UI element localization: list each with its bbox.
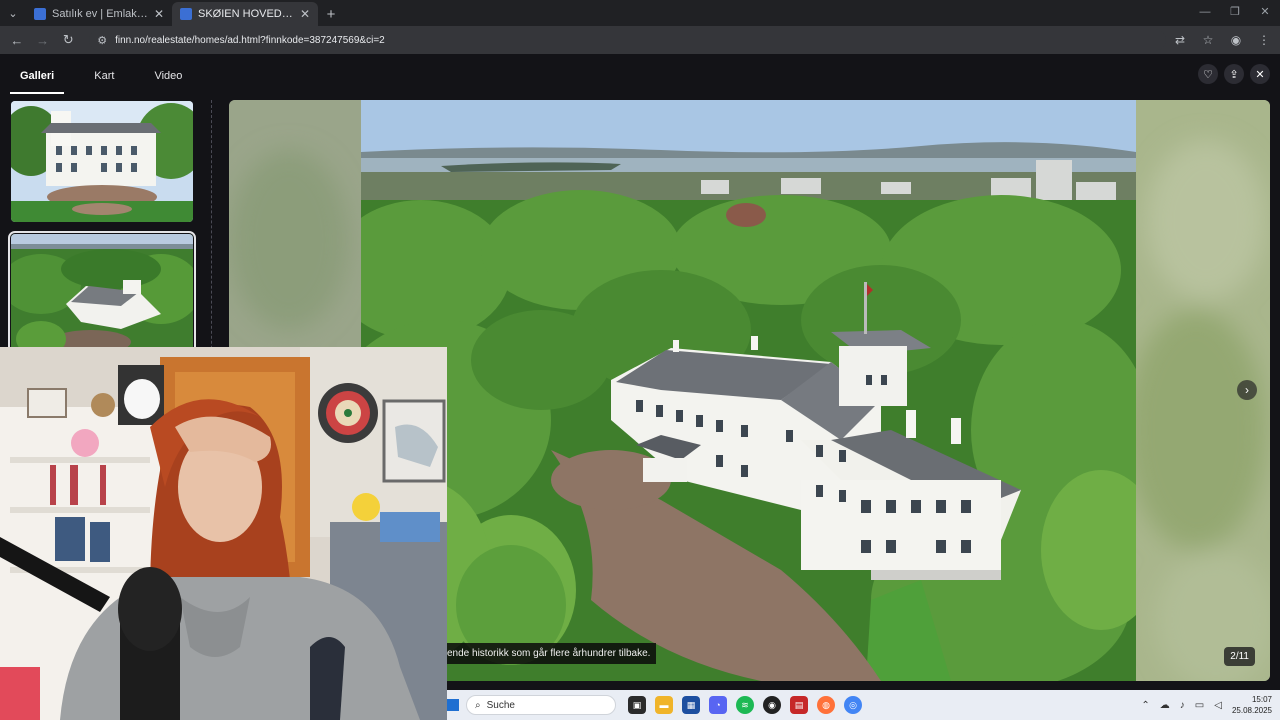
- site-info-icon[interactable]: ⚙: [97, 34, 107, 47]
- reload-icon[interactable]: ↻: [57, 29, 79, 51]
- browser-tab-1[interactable]: Satılık ev | Emlak Bul ✕: [26, 2, 172, 26]
- clock-time: 15:07: [1251, 695, 1272, 704]
- volume-icon[interactable]: ◁: [1214, 700, 1222, 711]
- webcam-overlay: [0, 347, 447, 720]
- next-photo-button[interactable]: ›: [1237, 380, 1257, 400]
- back-icon[interactable]: ←: [6, 29, 28, 51]
- chrome-icon[interactable]: ◎: [844, 696, 862, 714]
- tab-title: SKØIEN HOVEDGAARD|En unik eiendom med la…: [198, 8, 294, 20]
- tray-chevron-icon[interactable]: ⌃: [1141, 700, 1149, 711]
- main-photo[interactable]: [361, 100, 1136, 681]
- obs-icon[interactable]: ◉: [763, 696, 781, 714]
- browser-toolbar: ← → ↻ ⚙ finn.no/realestate/homes/ad.html…: [0, 26, 1280, 54]
- thumbnail-list: [8, 101, 196, 367]
- minimize-icon[interactable]: —: [1190, 0, 1220, 24]
- close-viewer-icon[interactable]: ✕: [1250, 64, 1270, 84]
- new-tab-button[interactable]: +: [318, 2, 344, 26]
- tab-search-icon[interactable]: ⌄: [0, 0, 26, 26]
- share-icon[interactable]: ⇪: [1224, 64, 1244, 84]
- taskbar-search[interactable]: ⌕ Suche: [466, 695, 616, 715]
- close-tab-icon[interactable]: ✕: [300, 7, 310, 21]
- network-icon[interactable]: ▭: [1195, 700, 1204, 711]
- favorite-heart-icon[interactable]: ♡: [1198, 64, 1218, 84]
- voicemeeter-icon[interactable]: ▤: [790, 696, 808, 714]
- screen: ⌄ Satılık ev | Emlak Bul ✕ SKØIEN HOVEDG…: [0, 0, 1280, 720]
- discord-icon[interactable]: ◔: [709, 696, 727, 714]
- tab-video[interactable]: Video: [144, 68, 192, 94]
- toolbar-actions: ⇄ ☆ ◉ ⋮: [1170, 33, 1274, 47]
- search-icon: ⌕: [475, 699, 481, 711]
- viewer-actions: ♡ ⇪ ✕: [1198, 64, 1270, 84]
- thumbnail-image: [11, 101, 193, 222]
- windows-taskbar: ⌕ Suche ▣ ▬ ▦ ◔ ≋ ◉ ▤ ◍ ◎ ⌃ ☁ ♪ ▭ ◁ 15:0…: [447, 690, 1280, 720]
- file-explorer-icon[interactable]: ▬: [655, 696, 673, 714]
- tab-galleri[interactable]: Galleri: [10, 68, 65, 94]
- search-label: Suche: [486, 699, 515, 711]
- forward-icon[interactable]: →: [32, 29, 54, 51]
- photo-counter: 2/11: [1224, 647, 1255, 666]
- gallery-tabs: Galleri Kart Video: [10, 68, 212, 94]
- cloud-icon[interactable]: ☁: [1160, 700, 1170, 711]
- firefox-icon[interactable]: ◍: [817, 696, 835, 714]
- spotify-icon[interactable]: ≋: [736, 696, 754, 714]
- clock-date: 25.08.2025: [1231, 706, 1272, 715]
- maximize-icon[interactable]: ❐: [1220, 0, 1250, 24]
- tab-favicon: [34, 8, 46, 20]
- translate-icon[interactable]: ⇄: [1170, 33, 1190, 47]
- browser-tabstrip: ⌄ Satılık ev | Emlak Bul ✕ SKØIEN HOVEDG…: [0, 0, 1280, 26]
- address-bar[interactable]: ⚙ finn.no/realestate/homes/ad.html?finnk…: [89, 29, 1167, 51]
- profile-icon[interactable]: ◉: [1226, 33, 1246, 47]
- start-icon[interactable]: [447, 699, 459, 711]
- system-tray: ⌃ ☁ ♪ ▭ ◁ 15:07 25.08.2025: [1141, 694, 1280, 716]
- close-window-icon[interactable]: ✕: [1250, 0, 1280, 24]
- thumbnail-image: [11, 234, 193, 355]
- task-view-icon[interactable]: ▣: [628, 696, 646, 714]
- tab-title: Satılık ev | Emlak Bul: [52, 8, 148, 20]
- menu-kebab-icon[interactable]: ⋮: [1254, 33, 1274, 47]
- taskbar-apps: ▣ ▬ ▦ ◔ ≋ ◉ ▤ ◍ ◎: [628, 696, 862, 714]
- thumbnail-2[interactable]: [8, 231, 196, 358]
- browser-tab-2[interactable]: SKØIEN HOVEDGAARD|En unik eiendom med la…: [172, 2, 318, 26]
- url-text: finn.no/realestate/homes/ad.html?finnkod…: [115, 34, 385, 46]
- window-controls: — ❐ ✕: [1190, 0, 1280, 24]
- thumbnail-1[interactable]: [11, 101, 193, 222]
- microphone-icon[interactable]: ♪: [1180, 700, 1185, 711]
- tab-favicon: [180, 8, 192, 20]
- store-icon[interactable]: ▦: [682, 696, 700, 714]
- close-tab-icon[interactable]: ✕: [154, 7, 164, 21]
- tab-kart[interactable]: Kart: [84, 68, 124, 94]
- clock[interactable]: 15:07 25.08.2025: [1232, 694, 1272, 716]
- photo-caption: ende historikk som går flere århundrer t…: [447, 643, 657, 664]
- bookmark-star-icon[interactable]: ☆: [1198, 33, 1218, 47]
